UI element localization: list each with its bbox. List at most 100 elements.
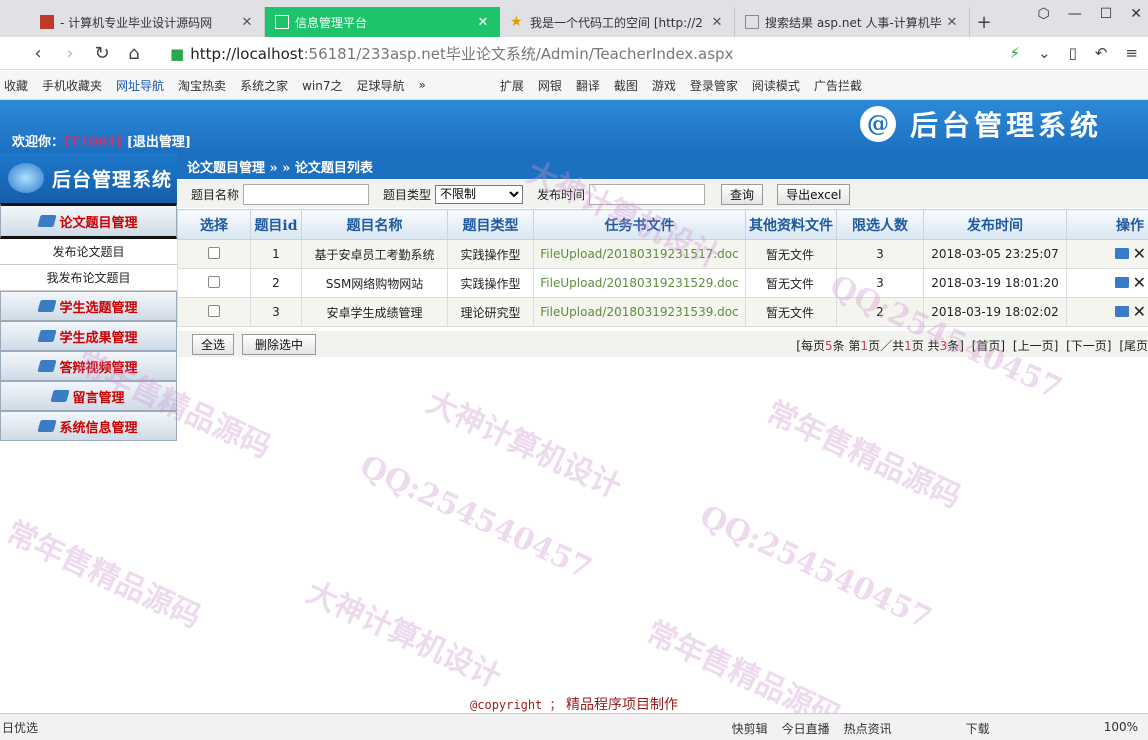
home-icon[interactable]: ⌂ xyxy=(118,43,150,64)
pager-next-link[interactable]: [下一页] xyxy=(1066,339,1111,353)
pager-last-link[interactable]: [尾页 xyxy=(1119,339,1148,353)
sidebar-menu-system-info[interactable]: 系统信息管理 xyxy=(0,411,177,441)
tool-item[interactable]: 广告拦截 xyxy=(814,77,862,94)
title-input[interactable] xyxy=(243,183,370,205)
watermark: QQ:254540457 xyxy=(354,448,597,587)
tool-item[interactable]: 截图 xyxy=(614,77,638,94)
bookmark-item[interactable]: win7之 xyxy=(302,77,342,94)
edit-icon[interactable] xyxy=(1114,306,1129,318)
browser-tab[interactable]: 搜索结果 asp.net 人事-计算机毕 ✕ xyxy=(735,7,970,37)
close-icon[interactable]: ✕ xyxy=(240,15,254,30)
status-item[interactable]: 下载 xyxy=(966,720,990,737)
url-host: http://localhost xyxy=(190,44,304,63)
col-type: 题目类型 xyxy=(447,209,534,240)
pager-text: 条 第 xyxy=(832,339,861,353)
cell-task-file-link[interactable]: FileUpload/20180319231517.doc xyxy=(533,239,746,269)
sidebar-menu-defense-video[interactable]: 答辩视频管理 xyxy=(0,351,177,381)
cell-id: 3 xyxy=(250,297,302,327)
cell-other-file: 暂无文件 xyxy=(745,297,837,327)
cell-task-file-link[interactable]: FileUpload/20180319231539.doc xyxy=(533,297,746,327)
bookmark-item[interactable]: 系统之家 xyxy=(240,77,288,94)
cell-limit: 2 xyxy=(836,297,924,327)
bookmark-item[interactable]: 网址导航 xyxy=(116,77,164,94)
sidebar: 论文题目管理 发布论文题目 我发布论文题目 学生选题管理 学生成果管理 答辩视频… xyxy=(0,203,177,441)
forward-icon[interactable]: › xyxy=(54,43,86,64)
back-icon[interactable]: ‹ xyxy=(22,43,54,64)
browser-tab[interactable]: ★ 我是一个代码工的空间 [http://2 ✕ xyxy=(500,7,735,37)
table-footer: 全选 删除选中 [每页5条 第1页／共1页 共3条] [首页] [上一页] [下… xyxy=(177,331,1148,357)
undo-icon[interactable]: ↶ xyxy=(1095,44,1108,62)
menu-label: 留言管理 xyxy=(72,390,125,406)
browser-tab[interactable]: - 计算机专业毕业设计源码网 ✕ xyxy=(30,7,265,37)
tool-item[interactable]: 网银 xyxy=(538,77,562,94)
row-checkbox[interactable] xyxy=(208,304,220,317)
menu-label: 答辩视频管理 xyxy=(59,360,138,376)
delete-selected-button[interactable]: 删除选中 xyxy=(242,333,317,355)
edit-icon[interactable] xyxy=(1114,277,1129,289)
select-all-button[interactable]: 全选 xyxy=(192,333,235,355)
delete-icon[interactable]: ✕ xyxy=(1133,274,1146,291)
pager-first-link[interactable]: [首页] xyxy=(972,339,1005,353)
col-name: 题目名称 xyxy=(301,209,448,240)
time-label: 发布时间 xyxy=(537,187,586,202)
tool-item[interactable]: 游戏 xyxy=(652,77,676,94)
tool-item[interactable]: 登录管家 xyxy=(690,77,738,94)
bookmark-more[interactable]: » xyxy=(418,78,425,92)
delete-icon[interactable]: ✕ xyxy=(1133,303,1146,320)
dropdown-icon[interactable]: ⌄ xyxy=(1038,44,1051,62)
sidebar-menu-thesis[interactable]: 论文题目管理 xyxy=(0,203,177,239)
title-label: 题目名称 xyxy=(191,187,240,202)
cell-time: 2018-03-19 18:02:02 xyxy=(923,297,1067,327)
row-checkbox[interactable] xyxy=(208,275,220,288)
maximize-icon[interactable]: ☐ xyxy=(1100,6,1113,22)
sidebar-menu-student-result[interactable]: 学生成果管理 xyxy=(0,321,177,351)
tool-item[interactable]: 翻译 xyxy=(576,77,600,94)
close-icon[interactable]: ✕ xyxy=(710,15,724,30)
pager-text: [每页 xyxy=(796,339,825,353)
export-excel-button[interactable]: 导出excel xyxy=(777,183,851,205)
status-item[interactable]: 热点资讯 xyxy=(844,720,892,737)
skin-icon[interactable]: ⬡ xyxy=(1037,6,1049,22)
status-left[interactable]: 日优选 xyxy=(2,719,38,736)
row-checkbox[interactable] xyxy=(208,246,220,259)
close-icon[interactable]: ✕ xyxy=(476,15,490,30)
watermark: 常年售精品源码 xyxy=(760,394,967,516)
cell-other-file: 暂无文件 xyxy=(745,268,837,298)
bookmark-item[interactable]: 手机收藏夹 xyxy=(42,77,102,94)
pager-prev-link[interactable]: [上一页] xyxy=(1013,339,1058,353)
accelerate-icon[interactable]: ⚡ xyxy=(1009,44,1020,62)
type-select[interactable]: 不限制 xyxy=(435,184,524,204)
bookmark-item[interactable]: 淘宝热卖 xyxy=(178,77,226,94)
delete-icon[interactable]: ✕ xyxy=(1133,245,1146,262)
edit-icon[interactable] xyxy=(1114,248,1129,260)
cell-task-file-link[interactable]: FileUpload/20180319231529.doc xyxy=(533,268,746,298)
cell-name: SSM网络购物网站 xyxy=(301,268,448,298)
time-input[interactable] xyxy=(589,183,706,205)
sidebar-menu-message[interactable]: 留言管理 xyxy=(0,381,177,411)
logout-link[interactable]: [退出管理] xyxy=(127,135,191,150)
phone-icon[interactable]: ▯ xyxy=(1069,44,1077,62)
menu-icon xyxy=(37,330,58,342)
query-button[interactable]: 查询 xyxy=(721,183,764,205)
status-item[interactable]: 今日直播 xyxy=(782,720,830,737)
sidebar-item-publish-thesis[interactable]: 发布论文题目 xyxy=(0,239,177,265)
zoom-level[interactable]: 100% xyxy=(1104,720,1138,737)
sidebar-menu-student-select[interactable]: 学生选题管理 xyxy=(0,291,177,321)
url-field[interactable]: ■ http://localhost:56181/233asp.net毕业论文系… xyxy=(170,41,960,66)
minimize-icon[interactable]: — xyxy=(1068,6,1082,22)
pager-current: 1 xyxy=(860,339,869,353)
close-icon[interactable]: ✕ xyxy=(945,15,959,30)
status-item[interactable]: 快剪辑 xyxy=(732,720,768,737)
tool-item[interactable]: 阅读模式 xyxy=(752,77,800,94)
sidebar-logo: 后台管理系统 xyxy=(0,153,177,203)
bookmark-item[interactable]: 足球导航 xyxy=(356,77,404,94)
bookmark-item[interactable]: 收藏 xyxy=(4,77,28,94)
sidebar-item-my-thesis[interactable]: 我发布论文题目 xyxy=(0,265,177,291)
new-tab-button[interactable]: + xyxy=(970,7,998,37)
menu-icon[interactable]: ≡ xyxy=(1125,44,1138,62)
reload-icon[interactable]: ↻ xyxy=(86,43,118,64)
tool-item[interactable]: 扩展 xyxy=(500,77,524,94)
browser-tab-active[interactable]: 信息管理平台 ✕ xyxy=(265,7,500,37)
close-window-icon[interactable]: ✕ xyxy=(1130,6,1142,22)
watermark: 大神计算机设计 xyxy=(420,384,627,506)
